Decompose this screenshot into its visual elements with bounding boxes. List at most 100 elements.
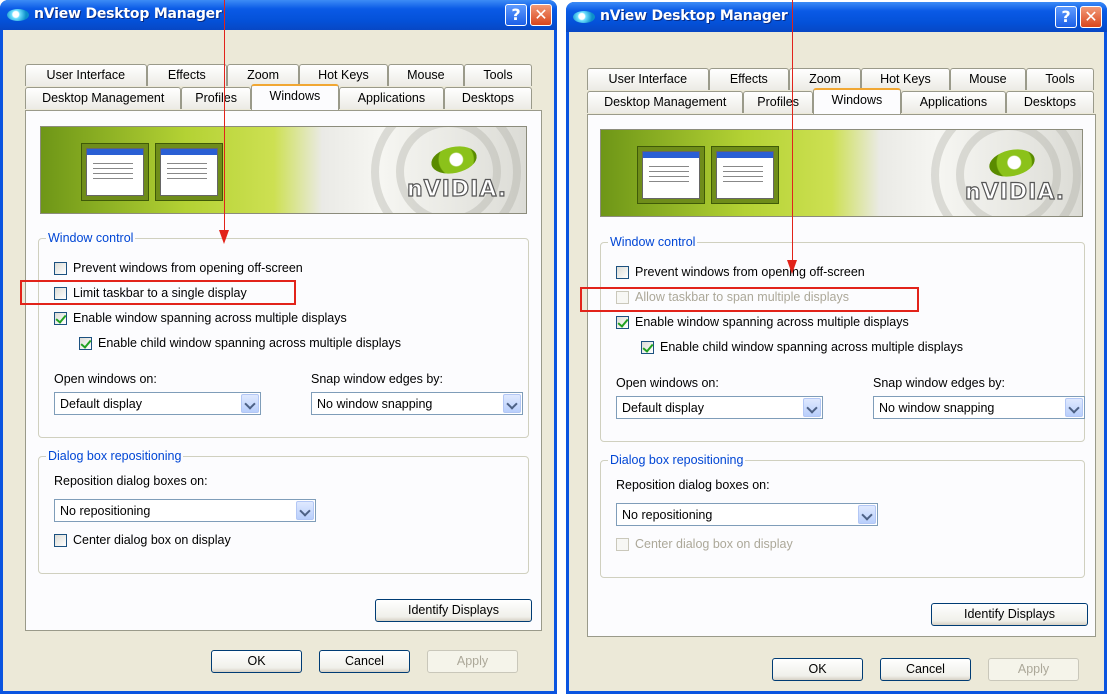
monitor-thumbnail	[711, 146, 779, 204]
tab-desktop-management[interactable]: Desktop Management	[25, 87, 182, 109]
tab-tools[interactable]: Tools	[464, 64, 532, 86]
dialog-repositioning-label: Dialog box repositioning	[608, 453, 746, 467]
cancel-button[interactable]: Cancel	[319, 650, 410, 673]
ok-button[interactable]: OK	[772, 658, 863, 681]
identify-displays-button[interactable]: Identify Displays	[931, 603, 1088, 626]
open-windows-label: Open windows on:	[616, 376, 719, 390]
monitor-thumbnail	[155, 143, 223, 201]
nvidia-logo: nVIDIA.	[406, 176, 508, 202]
reposition-label: Reposition dialog boxes on:	[616, 478, 770, 492]
tab-applications[interactable]: Applications	[338, 87, 444, 109]
window-control-group: Window control Prevent windows from open…	[600, 235, 1085, 442]
annotation-arrow-icon	[219, 230, 229, 244]
ok-button[interactable]: OK	[211, 650, 302, 673]
tab-applications[interactable]: Applications	[900, 91, 1006, 113]
title-bar[interactable]: nView Desktop Manager ? ✕	[566, 2, 1107, 32]
close-icon[interactable]: ✕	[1080, 6, 1102, 28]
checkbox-box[interactable]	[641, 340, 654, 354]
annotation-line	[224, 0, 225, 230]
chevron-down-icon[interactable]	[241, 394, 259, 413]
tab-hot-keys[interactable]: Hot Keys	[299, 64, 388, 86]
checkbox-box[interactable]	[616, 537, 629, 551]
tab-windows[interactable]: Windows	[250, 84, 339, 110]
apply-button[interactable]: Apply	[427, 650, 518, 673]
cancel-button[interactable]: Cancel	[880, 658, 971, 681]
tab-tools[interactable]: Tools	[1026, 68, 1094, 90]
open-windows-select[interactable]: Default display	[616, 396, 823, 419]
snap-edges-select[interactable]: No window snapping	[873, 396, 1085, 419]
apply-button[interactable]: Apply	[988, 658, 1079, 681]
child-spanning-checkbox[interactable]: Enable child window spanning across mult…	[641, 340, 963, 354]
checkbox-box[interactable]	[54, 533, 67, 547]
reposition-select[interactable]: No repositioning	[54, 499, 316, 522]
tab-user-interface[interactable]: User Interface	[587, 68, 709, 90]
reposition-value: No repositioning	[622, 508, 713, 522]
open-windows-value: Default display	[60, 397, 142, 411]
title-bar[interactable]: nView Desktop Manager ? ✕	[0, 0, 557, 30]
checkbox-box[interactable]	[54, 311, 67, 325]
checkbox-box[interactable]	[616, 315, 629, 329]
annotation-highlight-box	[20, 280, 296, 305]
tab-row-2: Desktop Management Profiles Windows Appl…	[25, 84, 532, 110]
help-icon[interactable]: ?	[1055, 6, 1077, 28]
enable-spanning-label: Enable window spanning across multiple d…	[73, 311, 347, 325]
center-dialog-checkbox[interactable]: Center dialog box on display	[54, 533, 231, 547]
nvidia-banner: nVIDIA.	[40, 126, 527, 214]
window-title: nView Desktop Manager	[34, 6, 222, 22]
open-windows-select[interactable]: Default display	[54, 392, 261, 415]
reposition-label: Reposition dialog boxes on:	[54, 474, 208, 488]
tab-profiles[interactable]: Profiles	[743, 91, 813, 113]
checkbox-box[interactable]	[616, 265, 629, 279]
tab-desktops[interactable]: Desktops	[443, 87, 532, 109]
prevent-offscreen-checkbox[interactable]: Prevent windows from opening off-screen	[54, 261, 303, 275]
tab-profiles[interactable]: Profiles	[181, 87, 251, 109]
tab-mouse[interactable]: Mouse	[949, 68, 1026, 90]
chevron-down-icon[interactable]	[503, 394, 521, 413]
tab-windows[interactable]: Windows	[812, 88, 901, 114]
annotation-highlight-box	[580, 287, 919, 312]
windows-panel: nVIDIA. Window control Prevent windows f…	[25, 110, 542, 631]
checkbox-box[interactable]	[79, 336, 92, 350]
dialog-repositioning-group: Dialog box repositioning Reposition dial…	[600, 453, 1085, 578]
tab-effects[interactable]: Effects	[708, 68, 789, 90]
tab-effects[interactable]: Effects	[146, 64, 227, 86]
windows-panel: nVIDIA. Window control Prevent windows f…	[587, 114, 1096, 637]
center-dialog-checkbox[interactable]: Center dialog box on display	[616, 537, 793, 551]
open-windows-label: Open windows on:	[54, 372, 157, 386]
nview-icon	[7, 9, 29, 21]
tab-mouse[interactable]: Mouse	[387, 64, 464, 86]
reposition-select[interactable]: No repositioning	[616, 503, 878, 526]
prevent-offscreen-checkbox[interactable]: Prevent windows from opening off-screen	[616, 265, 865, 279]
snap-edges-label: Snap window edges by:	[311, 372, 444, 386]
tab-desktop-management[interactable]: Desktop Management	[587, 91, 744, 113]
help-icon[interactable]: ?	[505, 4, 527, 26]
annotation-line	[792, 0, 793, 260]
dialog-repositioning-group: Dialog box repositioning Reposition dial…	[38, 449, 529, 574]
tab-desktops[interactable]: Desktops	[1005, 91, 1094, 113]
chevron-down-icon[interactable]	[858, 505, 876, 524]
chevron-down-icon[interactable]	[296, 501, 314, 520]
identify-displays-button[interactable]: Identify Displays	[375, 599, 532, 622]
prevent-offscreen-label: Prevent windows from opening off-screen	[635, 265, 865, 279]
nview-dialog-right: nView Desktop Manager ? ✕ User Interface…	[566, 2, 1107, 694]
enable-spanning-checkbox[interactable]: Enable window spanning across multiple d…	[54, 311, 347, 325]
checkbox-box[interactable]	[54, 261, 67, 275]
tab-zoom[interactable]: Zoom	[789, 68, 862, 90]
snap-edges-select[interactable]: No window snapping	[311, 392, 523, 415]
tab-zoom[interactable]: Zoom	[227, 64, 300, 86]
chevron-down-icon[interactable]	[803, 398, 821, 417]
dialog-repositioning-label: Dialog box repositioning	[46, 449, 184, 463]
enable-spanning-label: Enable window spanning across multiple d…	[635, 315, 909, 329]
tab-user-interface[interactable]: User Interface	[25, 64, 147, 86]
close-icon[interactable]: ✕	[530, 4, 552, 26]
child-spanning-label: Enable child window spanning across mult…	[98, 336, 401, 350]
nview-dialog-left: nView Desktop Manager ? ✕ User Interface…	[0, 0, 557, 694]
nvidia-logo: nVIDIA.	[964, 179, 1066, 205]
tab-hot-keys[interactable]: Hot Keys	[861, 68, 950, 90]
window-title: nView Desktop Manager	[600, 8, 788, 24]
tab-row-2: Desktop Management Profiles Windows Appl…	[587, 88, 1094, 114]
chevron-down-icon[interactable]	[1065, 398, 1083, 417]
child-spanning-label: Enable child window spanning across mult…	[660, 340, 963, 354]
child-spanning-checkbox[interactable]: Enable child window spanning across mult…	[79, 336, 401, 350]
enable-spanning-checkbox[interactable]: Enable window spanning across multiple d…	[616, 315, 909, 329]
